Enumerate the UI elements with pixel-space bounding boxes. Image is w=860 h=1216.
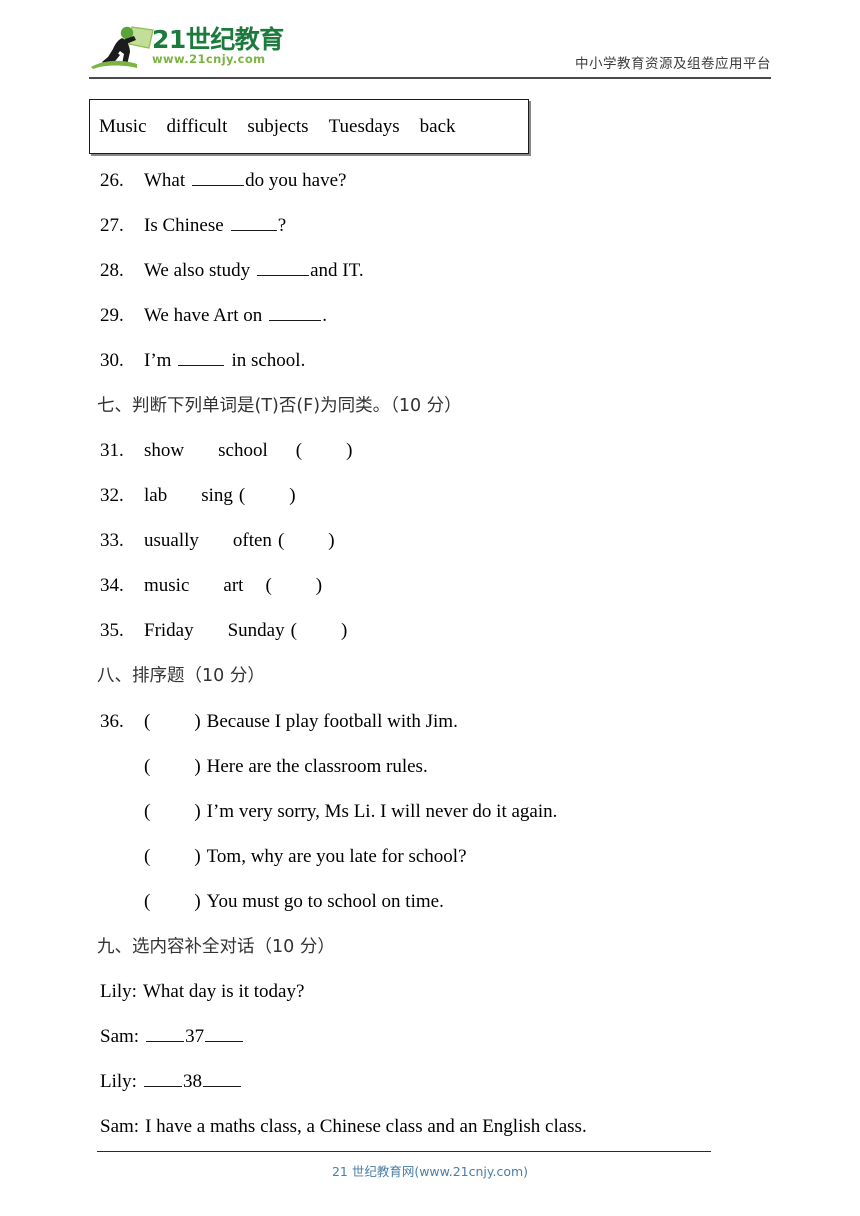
question-number: 34. [100,575,124,596]
question-number: 28. [100,260,124,281]
ordering-item-5: () You must go to school on time. [144,891,444,912]
ordering-sentence: I’m very sorry, Ms Li. I will never do i… [206,801,558,822]
question-33: 33. usually often() [100,528,335,554]
ordering-sentence: Here are the classroom rules. [206,756,428,777]
question-28: 28. We also study and IT. [100,258,364,284]
running-person-with-flag-icon [89,24,161,70]
dialogue-blank-number: 38 [182,1071,202,1092]
question-text-after: ? [277,215,287,236]
ordering-sentence: Tom, why are you late for school? [206,846,467,867]
question-number: 36. [100,711,124,732]
dialogue-line-3: Lily: 38 [100,1069,242,1095]
question-text-before: I’m [144,350,172,371]
dialogue-blank-number: 37 [185,1026,205,1047]
question-35: 35. Friday Sunday() [100,618,347,644]
answer-blank[interactable] [178,349,225,366]
question-text-after: . [322,305,327,326]
ordering-item-2: () Here are the classroom rules. [144,756,428,777]
word-bank-item: back [419,116,456,137]
question-number: 33. [100,530,124,551]
word-bank-item: Tuesdays [328,116,400,137]
site-logo[interactable]: 21世纪教育 www.21cnjy.com [89,22,289,74]
question-number: 32. [100,485,124,506]
dialogue-speaker: Lily: [100,981,137,1002]
word-b: often [232,530,272,551]
word-bank-item: subjects [247,116,309,137]
question-27: 27. Is Chinese? [100,213,286,239]
word-b: school [218,440,268,461]
page-header: 21世纪教育 www.21cnjy.com 中小学教育资源及组卷应用平台 [89,22,771,80]
word-bank-item: Music [99,116,147,137]
word-a: show [144,440,185,461]
logo-url-text: www.21cnjy.com [152,52,266,66]
word-bank-box: Music difficult subjects Tuesdays back [89,99,529,154]
word-bank-item: difficult [166,116,228,137]
answer-blank[interactable] [192,169,245,186]
ordering-sentence: You must go to school on time. [206,891,444,912]
footer-text: 21 世纪教育网(www.21cnjy.com) [331,1164,529,1179]
dialogue-answer-blank[interactable] [143,1070,182,1087]
question-number: 27. [100,215,124,236]
ordering-sentence: Because I play football with Jim. [206,711,458,732]
question-number: 31. [100,440,124,461]
dialogue-speaker: Sam: [100,1026,140,1047]
question-34: 34. music art() [100,573,322,599]
dialogue-answer-blank[interactable] [146,1025,185,1042]
question-number: 30. [100,350,124,371]
question-text-after: do you have? [245,170,347,191]
word-b: art [223,575,244,596]
ordering-item-4: () Tom, why are you late for school? [144,846,467,867]
question-31: 31. show school() [100,438,352,464]
question-26: 26. What do you have? [100,168,346,194]
question-30: 30. I’m in school. [100,348,305,374]
answer-blank[interactable] [230,214,277,231]
footer-divider [97,1151,711,1152]
word-a: lab [144,485,168,506]
word-a: music [144,575,190,596]
question-text-after: in school. [231,350,306,371]
question-32: 32. lab sing() [100,483,296,509]
dialogue-text: What day is it today? [142,981,305,1002]
word-bank-words: Music difficult subjects Tuesdays back [99,114,456,140]
question-number: 26. [100,170,124,191]
word-b: sing [201,485,233,506]
logo-wordmark: 21世纪教育 www.21cnjy.com [152,26,287,70]
question-text-before: We have Art on [144,305,263,326]
dialogue-line-4: Sam: I have a maths class, a Chinese clas… [100,1114,587,1140]
ordering-item-1: 36.() Because I play football with Jim. [100,709,458,735]
question-number: 35. [100,620,124,641]
dialogue-answer-blank[interactable] [202,1070,241,1087]
section-nine-heading: 九、选内容补全对话（10 分） [97,937,335,957]
section-eight-heading: 八、排序题（10 分） [97,666,265,686]
question-29: 29. We have Art on. [100,303,327,329]
exam-page: 21世纪教育 www.21cnjy.com 中小学教育资源及组卷应用平台 Mus… [0,0,860,1216]
dialogue-speaker: Lily: [100,1071,137,1092]
dialogue-answer-blank[interactable] [205,1025,244,1042]
question-text-before: Is Chinese [144,215,224,236]
dialogue-line-1: Lily: What day is it today? [100,979,304,1005]
header-tagline: 中小学教育资源及组卷应用平台 [575,56,771,72]
logo-main-text: 21世纪教育 [152,25,284,54]
question-number: 29. [100,305,124,326]
question-text-before: We also study [144,260,251,281]
dialogue-text: I have a maths class, a Chinese class an… [145,1116,587,1137]
answer-blank[interactable] [269,304,322,321]
question-text-before: What [144,170,186,191]
section-seven-heading: 七、判断下列单词是(T)否(F)为同类。（10 分） [97,396,462,416]
ordering-item-3: () I’m very sorry, Ms Li. I will never do… [144,801,558,822]
header-divider [89,77,771,79]
word-a: Friday [144,620,194,641]
question-text-after: and IT. [310,260,364,281]
word-a: usually [144,530,199,551]
dialogue-speaker: Sam: [100,1116,140,1137]
answer-blank[interactable] [257,259,310,276]
word-b: Sunday [227,620,285,641]
dialogue-line-2: Sam: 37 [100,1024,244,1050]
